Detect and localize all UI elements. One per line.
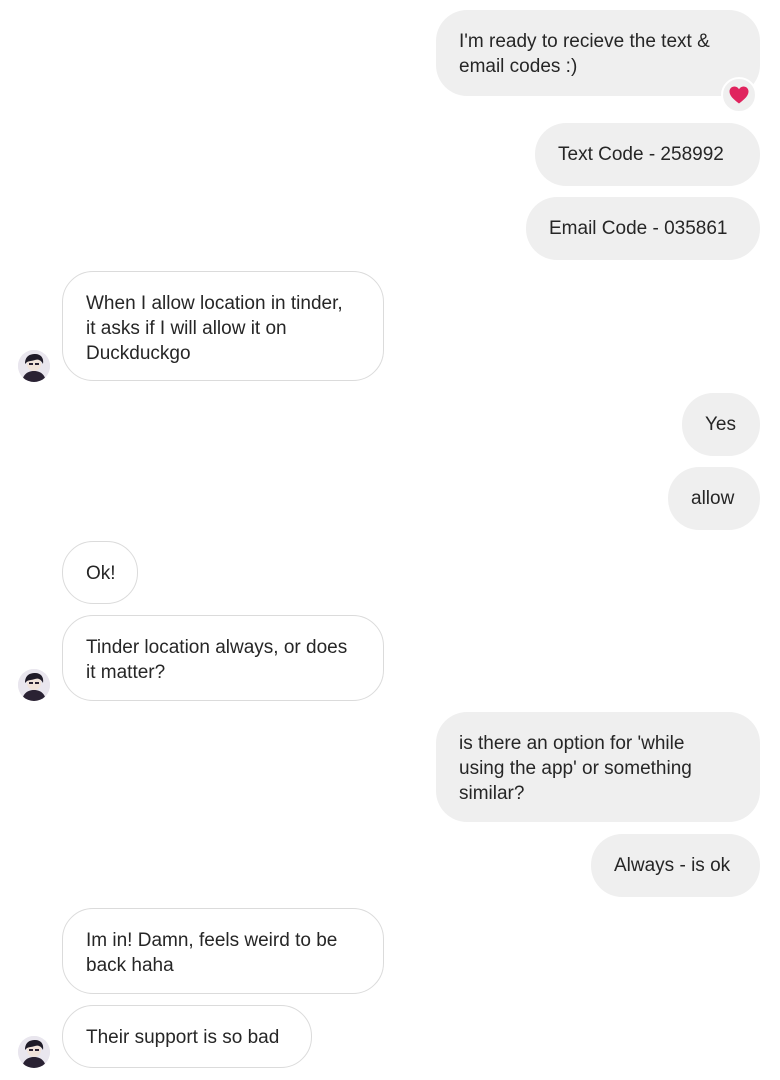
message-bubble-received[interactable]: Tinder location always, or does it matte… <box>62 615 384 701</box>
message-bubble-sent[interactable]: allow <box>668 467 760 530</box>
heart-reaction[interactable] <box>721 77 757 113</box>
message-bubble-sent[interactable]: I'm ready to recieve the text & email co… <box>436 10 760 96</box>
message-bubble-received[interactable]: Ok! <box>62 541 138 604</box>
avatar[interactable] <box>18 669 50 701</box>
message-bubble-sent[interactable]: Text Code - 258992 <box>535 123 760 186</box>
avatar[interactable] <box>18 1036 50 1068</box>
avatar[interactable] <box>18 350 50 382</box>
user-avatar-icon <box>18 1036 50 1068</box>
message-bubble-received[interactable]: Their support is so bad <box>62 1005 312 1068</box>
message-bubble-sent[interactable]: Always - is ok <box>591 834 760 897</box>
user-avatar-icon <box>18 669 50 701</box>
message-bubble-received[interactable]: When I allow location in tinder, it asks… <box>62 271 384 381</box>
heart-icon <box>729 86 749 104</box>
message-bubble-received[interactable]: Im in! Damn, feels weird to be back haha <box>62 908 384 994</box>
message-bubble-sent[interactable]: Yes <box>682 393 760 456</box>
user-avatar-icon <box>18 350 50 382</box>
message-bubble-sent[interactable]: is there an option for 'while using the … <box>436 712 760 822</box>
message-bubble-sent[interactable]: Email Code - 035861 <box>526 197 760 260</box>
